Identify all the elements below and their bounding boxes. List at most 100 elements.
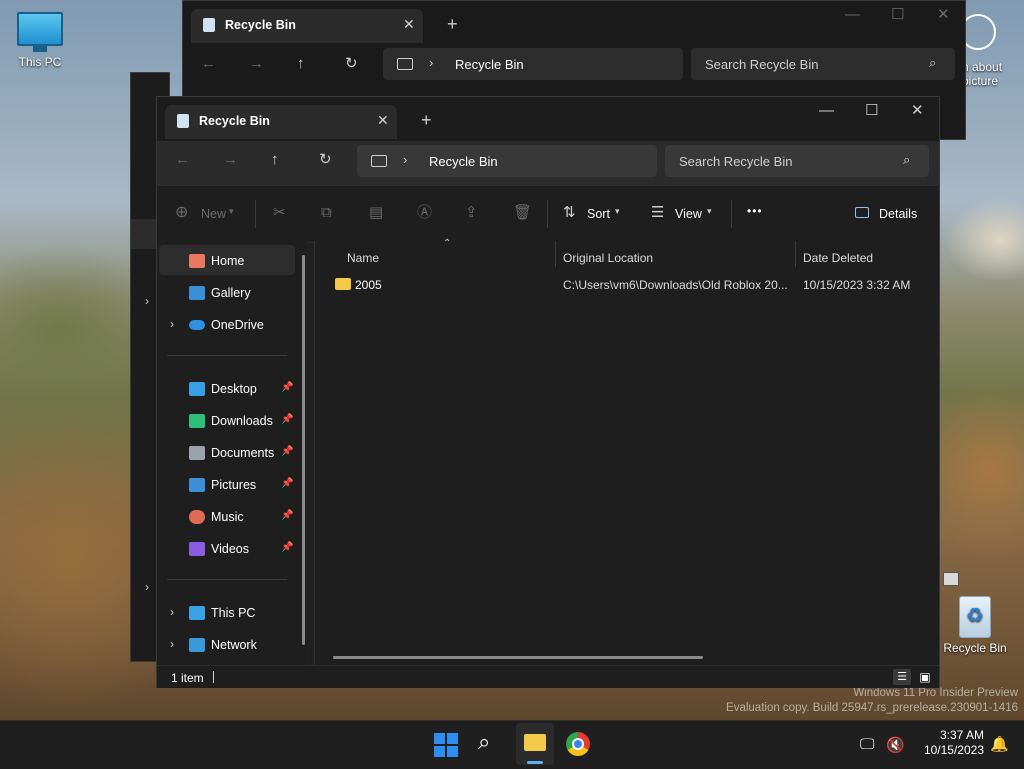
address-bar[interactable]: › Recycle Bin (357, 145, 657, 177)
close-icon[interactable]: ✕ (911, 103, 924, 118)
back-window-tab[interactable]: Recycle Bin ✕ (191, 9, 423, 43)
pin-icon[interactable]: 📌 (281, 478, 293, 489)
search-icon[interactable]: ⌕ (478, 729, 490, 755)
sidebar-item-label: Downloads (211, 414, 273, 428)
window-tab[interactable]: Recycle Bin ✕ (165, 105, 397, 139)
sidebar-item-pictures[interactable]: Pictures 📌 (157, 470, 294, 500)
sidebar-item-videos[interactable]: Videos 📌 (157, 534, 294, 564)
chrome-icon[interactable] (566, 732, 590, 756)
search-icon: ⌕ (903, 152, 911, 167)
minimize-icon[interactable]: — (819, 103, 834, 118)
search-input[interactable]: Search Recycle Bin ⌕ (691, 48, 955, 80)
sidebar-item-label: Videos (211, 542, 249, 556)
sidebar-item-this-pc[interactable]: › This PC (157, 598, 294, 628)
minimize-icon[interactable]: — (845, 7, 860, 22)
new-tab-icon[interactable]: + (447, 15, 458, 33)
chevron-right-icon[interactable]: › (170, 605, 174, 619)
chevron-right-icon[interactable]: › (170, 317, 174, 331)
sidebar-item-documents[interactable]: Documents 📌 (157, 438, 294, 468)
back-icon[interactable]: ← (175, 152, 190, 167)
clock[interactable]: 3:37 AM 10/15/2023 (914, 728, 984, 758)
chevron-right-icon[interactable]: › (170, 637, 174, 651)
table-row[interactable]: 2005 C:\Users\vm6\Downloads\Old Roblox 2… (315, 271, 939, 297)
search-input[interactable]: Search Recycle Bin ⌕ (665, 145, 929, 177)
pin-icon[interactable]: 📌 (281, 542, 293, 553)
volume-muted-icon[interactable]: 🔇 (886, 736, 905, 754)
close-tab-icon[interactable]: ✕ (403, 17, 415, 31)
os-watermark: Windows 11 Pro Insider Preview Evaluatio… (726, 687, 1018, 714)
desktop-icon (189, 382, 205, 396)
cut-icon[interactable]: ✂ (273, 205, 286, 220)
pin-icon[interactable]: 📌 (281, 414, 293, 425)
network-icon (189, 638, 205, 652)
details-view-icon[interactable]: ☰ (893, 669, 911, 685)
start-icon[interactable] (434, 733, 458, 757)
divider (731, 200, 732, 228)
sidebar-item-onedrive[interactable]: › OneDrive (157, 310, 294, 340)
maximize-icon[interactable]: ☐ (865, 103, 878, 118)
address-bar[interactable]: › Recycle Bin (383, 48, 683, 80)
close-icon[interactable]: ✕ (937, 7, 950, 22)
computer-icon (371, 155, 387, 167)
new-tab-icon[interactable]: + (421, 111, 432, 129)
desktop-icon-label: Recycle Bin (943, 641, 1007, 655)
sidebar-item-gallery[interactable]: Gallery (157, 278, 294, 308)
forward-icon[interactable]: → (223, 152, 238, 167)
file-explorer-taskbar-button[interactable] (516, 723, 554, 765)
sidebar-item-network[interactable]: › Network (157, 630, 294, 660)
chevron-down-icon: ▾ (615, 206, 620, 216)
taskbar: ⌕ 🖵 🔇 3:37 AM 10/15/2023 🔔 (0, 720, 1024, 769)
more-options-button[interactable]: ••• (747, 204, 763, 218)
refresh-icon[interactable]: ↻ (319, 152, 332, 167)
network-tray-icon[interactable]: 🖵 (860, 736, 874, 753)
computer-icon (397, 58, 413, 70)
sidebar-scrollbar[interactable] (302, 255, 305, 645)
maximize-icon[interactable]: ☐ (891, 7, 904, 22)
pin-icon[interactable]: 📌 (281, 382, 293, 393)
pin-icon[interactable]: 📌 (281, 446, 293, 457)
view-label: View (675, 207, 702, 221)
notification-bell-icon[interactable]: 🔔 (990, 735, 1009, 753)
forward-icon[interactable]: → (249, 56, 264, 71)
sidebar-item-label: Desktop (211, 382, 257, 396)
search-icon: ⌕ (929, 55, 937, 70)
back-icon[interactable]: ← (201, 56, 216, 71)
column-header-original-location[interactable]: Original Location (563, 251, 653, 265)
horizontal-scrollbar[interactable] (333, 656, 703, 659)
learn-about-picture-caption: n about picture (962, 60, 1003, 88)
sort-icon: ⇅ (563, 204, 576, 221)
this-pc-desktop-icon[interactable]: This PC (10, 12, 70, 69)
sidebar-item-label: Documents (211, 446, 275, 460)
breadcrumb: Recycle Bin (429, 154, 498, 169)
sidebar-item-home[interactable]: Home (157, 246, 294, 276)
view-icon: ☰ (651, 204, 665, 221)
column-separator[interactable] (795, 241, 796, 267)
refresh-icon[interactable]: ↻ (345, 56, 358, 71)
recycle-bin-desktop-icon[interactable]: ♻ Recycle Bin (942, 596, 1008, 655)
share-icon[interactable]: ⇪ (465, 205, 478, 220)
column-header-date-deleted[interactable]: Date Deleted (803, 251, 873, 265)
tiles-view-icon[interactable]: ▣ (917, 669, 933, 685)
new-label: New (201, 207, 227, 221)
sidebar-item-music[interactable]: Music 📌 (157, 502, 294, 532)
column-separator[interactable] (555, 241, 556, 267)
up-icon[interactable]: ↑ (271, 152, 279, 167)
original-location: C:\Users\vm6\Downloads\Old Roblox 20... (563, 278, 788, 292)
copy-icon[interactable]: ⧉ (321, 205, 332, 220)
date-label: 10/15/2023 (923, 743, 984, 757)
pictures-icon (189, 478, 205, 492)
pin-icon[interactable]: 📌 (281, 510, 293, 521)
rename-icon[interactable]: Ⓐ (417, 205, 432, 220)
cloud-icon (189, 320, 205, 330)
paste-icon[interactable]: ▤ (369, 205, 383, 220)
explorer-window[interactable]: Recycle Bin ✕ + — ☐ ✕ ← → ↑ ↻ › Recycle … (156, 96, 940, 688)
sidebar-item-downloads[interactable]: Downloads 📌 (157, 406, 294, 436)
chevron-right-icon: › (403, 152, 408, 167)
delete-icon[interactable]: 🗑 (513, 205, 532, 220)
close-tab-icon[interactable]: ✕ (377, 113, 389, 127)
column-header-name[interactable]: Name (347, 251, 379, 265)
add-icon: ⊕ (175, 204, 189, 221)
up-icon[interactable]: ↑ (297, 56, 305, 71)
select-checkbox-icon[interactable] (943, 572, 959, 586)
sidebar-item-desktop[interactable]: Desktop 📌 (157, 374, 294, 404)
